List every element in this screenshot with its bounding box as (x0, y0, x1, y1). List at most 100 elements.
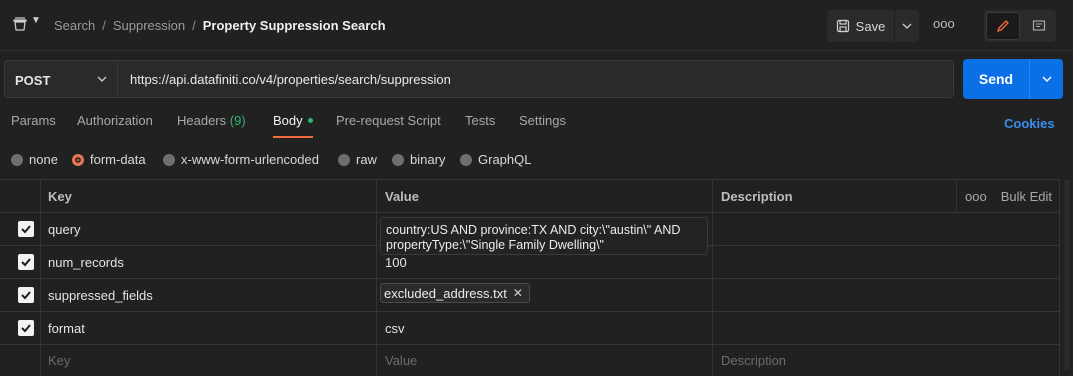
row-key[interactable]: format (48, 321, 85, 336)
radio-label: raw (356, 152, 377, 167)
tab-body-label: Body (273, 113, 303, 128)
chevron-down-icon (902, 23, 912, 29)
radio-button (460, 153, 472, 166)
table-border (376, 179, 377, 376)
checkmark-icon (21, 225, 31, 234)
checkmark-icon (21, 291, 31, 300)
radio-raw[interactable]: raw (338, 152, 377, 167)
bulk-edit-group: ooo Bulk Edit (965, 189, 1052, 204)
pencil-icon (996, 20, 1009, 33)
save-group: Save (827, 10, 919, 42)
radio-none[interactable]: none (11, 152, 58, 167)
new-key-input[interactable]: Key (48, 353, 70, 368)
row-key[interactable]: num_records (48, 255, 124, 270)
tab-body[interactable]: Body (273, 113, 313, 128)
file-chip[interactable]: excluded_address.txt ✕ (380, 283, 530, 303)
file-name: excluded_address.txt (384, 285, 507, 301)
view-toggle (984, 10, 1056, 42)
row-key[interactable]: suppressed_fields (48, 288, 153, 303)
tab-tests[interactable]: Tests (465, 113, 495, 128)
remove-file-icon[interactable]: ✕ (513, 286, 523, 300)
radio-label: x-www-form-urlencoded (181, 152, 319, 167)
breadcrumb-separator: / (192, 18, 196, 33)
radio-graphql[interactable]: GraphQL (460, 152, 531, 167)
radio-x-www-form-urlencoded[interactable]: x-www-form-urlencoded (163, 152, 319, 167)
row-enabled-checkbox[interactable] (18, 254, 34, 270)
tab-authorization[interactable]: Authorization (77, 113, 153, 128)
row-enabled-checkbox[interactable] (18, 287, 34, 303)
radio-button (11, 153, 23, 166)
table-border (0, 311, 1060, 312)
bulk-edit-button[interactable]: Bulk Edit (1001, 189, 1052, 204)
send-group: Send (963, 59, 1063, 99)
row-value-input[interactable]: country:US AND province:TX AND city:\"au… (380, 217, 708, 255)
row-enabled-checkbox[interactable] (18, 320, 34, 336)
breadcrumb-item-search[interactable]: Search (54, 18, 95, 33)
table-border (1059, 179, 1060, 376)
radio-button-selected (72, 153, 84, 166)
tab-params[interactable]: Params (11, 113, 56, 128)
checkmark-icon (21, 324, 31, 333)
table-border (0, 278, 1060, 279)
tab-headers[interactable]: Headers (9) (177, 113, 246, 128)
url-text: https://api.datafiniti.co/v4/properties/… (130, 72, 451, 87)
tab-settings[interactable]: Settings (519, 113, 566, 128)
request-header: ▼ Search / Suppression / Property Suppre… (0, 0, 1073, 51)
breadcrumb-item-suppression[interactable]: Suppression (113, 18, 185, 33)
radio-form-data[interactable]: form-data (72, 152, 146, 167)
tab-prerequest-script[interactable]: Pre-request Script (336, 113, 441, 128)
radio-button (338, 153, 350, 166)
radio-label: binary (410, 152, 446, 167)
chevron-down-icon (1042, 76, 1051, 82)
row-value[interactable]: 100 (385, 255, 407, 270)
row-key[interactable]: query (48, 222, 81, 237)
comment-icon (1032, 20, 1046, 31)
chevron-down-icon (97, 76, 107, 82)
table-border (0, 212, 1060, 213)
table-border (712, 179, 713, 376)
caret-down-icon[interactable]: ▼ (31, 15, 41, 26)
breadcrumb-separator: / (102, 18, 106, 33)
form-data-table: Key Value Description ooo Bulk Edit quer… (0, 179, 1060, 376)
row-enabled-checkbox[interactable] (18, 221, 34, 237)
radio-label: GraphQL (478, 152, 532, 167)
breadcrumb: Search / Suppression / Property Suppress… (54, 18, 386, 33)
url-input[interactable]: https://api.datafiniti.co/v4/properties/… (117, 60, 954, 98)
row-value[interactable]: csv (385, 321, 405, 336)
new-description-input[interactable]: Description (721, 353, 786, 368)
send-options-button[interactable] (1029, 59, 1063, 99)
more-options-button[interactable]: ooo (933, 16, 955, 31)
save-button[interactable]: Save (827, 10, 894, 42)
row-value-line: propertyType:\"Single Family Dwelling\" (386, 238, 604, 252)
radio-button (163, 153, 175, 166)
scrollbar[interactable] (1064, 180, 1070, 370)
save-label: Save (855, 18, 886, 34)
request-title[interactable]: Property Suppression Search (203, 18, 386, 33)
table-border (0, 344, 1060, 345)
tab-headers-label: Headers (177, 113, 227, 128)
row-value-line: country:US AND province:TX AND city:\"au… (386, 223, 681, 237)
collection-icon[interactable] (12, 16, 28, 32)
radio-button (392, 153, 404, 166)
checkmark-icon (21, 258, 31, 267)
column-header-key: Key (48, 189, 72, 204)
column-header-value: Value (385, 189, 419, 204)
documentation-button[interactable] (1022, 10, 1056, 42)
edit-mode-button[interactable] (986, 12, 1020, 40)
radio-binary[interactable]: binary (392, 152, 445, 167)
body-modified-dot (307, 118, 313, 124)
method-label: POST (15, 73, 51, 88)
column-options-button[interactable]: ooo (965, 189, 987, 204)
send-button[interactable]: Send (963, 59, 1029, 99)
active-tab-indicator (273, 136, 313, 138)
method-select[interactable]: POST (4, 60, 118, 98)
new-value-input[interactable]: Value (385, 353, 417, 368)
headers-count-badge: (9) (229, 113, 246, 128)
save-options-button[interactable] (894, 10, 919, 42)
save-icon (836, 19, 849, 33)
table-border (0, 179, 1060, 180)
radio-label: none (29, 152, 58, 167)
column-header-description: Description (721, 189, 793, 204)
cookies-link[interactable]: Cookies (1004, 116, 1055, 131)
radio-label: form-data (90, 152, 146, 167)
